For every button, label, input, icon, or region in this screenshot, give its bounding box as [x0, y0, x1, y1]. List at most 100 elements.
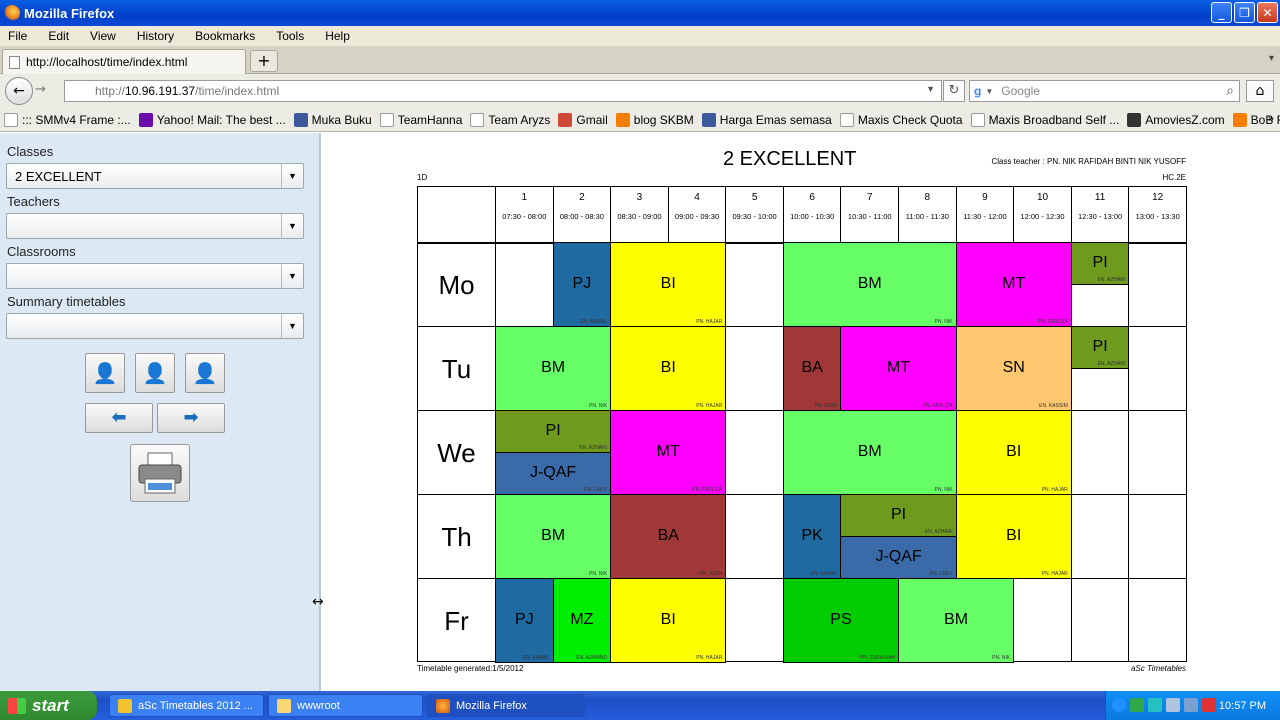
start-button[interactable]: start — [0, 691, 97, 720]
network-icon[interactable] — [1130, 698, 1144, 712]
classrooms-select[interactable]: ▼ — [6, 263, 304, 289]
lesson-subject: MT — [1002, 275, 1026, 292]
lesson-cell[interactable]: BI PN. HAJAR — [610, 578, 727, 663]
taskbar-item-asc[interactable]: aSc Timetables 2012 ... — [109, 694, 264, 717]
browser-tab[interactable]: http://localhost/time/index.html — [2, 49, 246, 74]
bookmark-item[interactable]: Team Aryzs — [470, 112, 550, 127]
maximize-button[interactable]: ❐ — [1234, 2, 1255, 23]
previous-button[interactable]: ⬅ — [85, 403, 153, 433]
chevron-more-icon[interactable]: » — [1268, 113, 1274, 125]
lesson-cell[interactable]: BM PN. NIK — [782, 242, 957, 327]
next-button[interactable]: ➡ — [157, 403, 225, 433]
bookmark-item[interactable]: AmoviesZ.com — [1127, 112, 1225, 127]
day-label: Mo — [418, 242, 495, 326]
lesson-cell[interactable]: PI EN. AZHARI — [840, 494, 957, 537]
lesson-cell[interactable]: BM PN. NIK — [898, 578, 1015, 663]
lesson-cell[interactable]: BI PN. HAJAR — [610, 242, 727, 327]
bookmark-label: Maxis Broadband Self ... — [988, 112, 1120, 127]
security-alert-icon[interactable] — [1202, 698, 1216, 712]
lesson-cell[interactable]: MT PN. FADLIZA — [955, 242, 1072, 327]
print-button[interactable] — [130, 444, 190, 502]
new-tab-button[interactable]: + — [250, 50, 278, 72]
monitor-icon[interactable] — [1166, 698, 1180, 712]
bookmark-item[interactable]: TeamHanna — [379, 112, 462, 127]
teachers-select[interactable]: ▼ — [6, 213, 304, 239]
lesson-cell[interactable]: PI EN. AZHARI — [1070, 242, 1130, 285]
menu-edit[interactable]: Edit — [44, 29, 73, 43]
bookmark-item[interactable]: Yahoo! Mail: The best ... — [138, 112, 286, 127]
lesson-cell[interactable]: BM PN. NIK — [495, 494, 612, 579]
lesson-cell[interactable]: MT PN. FADLIZA — [610, 410, 727, 495]
lesson-teacher: PN. NIK — [934, 319, 953, 325]
lesson-subject: PJ — [572, 275, 592, 292]
bookmark-item[interactable]: Harga Emas semasa — [701, 112, 832, 127]
navigation-bar: ← → http://10.96.191.37/time/index.html … — [0, 74, 1280, 108]
back-button[interactable]: ← — [5, 77, 33, 105]
bookmark-item[interactable]: Gmail — [558, 112, 608, 127]
period-header: 3 08:30 - 09:00 — [610, 187, 668, 242]
period-time: 10:30 - 11:00 — [847, 212, 892, 221]
menu-help[interactable]: Help — [321, 29, 354, 43]
url-dropdown-icon[interactable]: ▼ — [926, 84, 935, 94]
lesson-cell[interactable]: BM PN. NIK — [495, 326, 612, 411]
menu-bookmarks[interactable]: Bookmarks — [191, 29, 259, 43]
taskbar-item-firefox[interactable]: Mozilla Firefox — [427, 694, 585, 717]
bookmark-item[interactable]: Maxis Broadband Self ... — [970, 112, 1120, 127]
bookmark-label: Yahoo! Mail: The best ... — [156, 112, 286, 127]
tray-expand-icon[interactable] — [1112, 698, 1126, 712]
search-box[interactable]: g ▼ Google ⌕ — [969, 80, 1240, 102]
period-time: 13:00 - 13:30 — [1135, 212, 1180, 221]
menu-file[interactable]: File — [4, 29, 31, 43]
taskbar-item-wwwroot[interactable]: wwwroot — [268, 694, 423, 717]
lesson-cell[interactable]: SN EN. KASSIM — [955, 326, 1072, 411]
user-add-button[interactable]: 👤 — [135, 353, 175, 393]
home-button[interactable]: ⌂ — [1246, 80, 1274, 102]
bookmark-item[interactable]: Maxis Check Quota — [839, 112, 963, 127]
lesson-cell[interactable]: J-QAF PN. LAILY — [495, 452, 612, 495]
classes-select[interactable]: 2 EXCELLENT ▼ — [6, 163, 304, 189]
chevron-down-icon[interactable]: ▼ — [985, 87, 993, 96]
menu-history[interactable]: History — [133, 29, 178, 43]
lesson-cell[interactable]: J-QAF PN. LAILY — [840, 536, 957, 579]
lesson-cell[interactable]: PK EN. KAMAL — [782, 494, 842, 579]
class-short: 1D — [417, 173, 428, 182]
bookmark-label: Gmail — [576, 112, 608, 127]
page-icon — [970, 112, 985, 127]
bookmark-item[interactable]: blog SKBM — [615, 112, 694, 127]
lesson-cell[interactable]: BA PN. AZAN — [610, 494, 727, 579]
forward-button[interactable]: → — [35, 82, 46, 97]
chevron-down-icon[interactable]: ▾ — [1269, 53, 1274, 64]
url-bar[interactable]: http://10.96.191.37/time/index.html ▼ — [64, 80, 942, 102]
search-icon[interactable]: ⌕ — [1226, 82, 1234, 99]
lesson-cell[interactable]: PS PN. ZURAINAH — [782, 578, 900, 663]
menu-view[interactable]: View — [86, 29, 120, 43]
lesson-cell[interactable]: BA PN. AZAN — [782, 326, 842, 411]
user-star-button[interactable]: 👤 — [85, 353, 125, 393]
lesson-cell[interactable]: MZ EN. AZWAND — [552, 578, 612, 663]
bookmark-item[interactable]: Muka Buku — [293, 112, 372, 127]
gmail-icon — [558, 112, 573, 127]
menu-tools[interactable]: Tools — [272, 29, 308, 43]
lesson-cell[interactable]: PI EN. AZHARI — [1070, 326, 1130, 369]
summary-select[interactable]: ▼ — [6, 313, 304, 339]
lesson-subject: BA — [657, 527, 679, 544]
bookmark-item[interactable]: ::: SMMv4 Frame :... — [4, 112, 131, 127]
minimize-button[interactable]: _ — [1211, 2, 1232, 23]
reload-button[interactable]: ↻ — [943, 80, 965, 102]
lesson-teacher: EN. AZHARI — [1097, 277, 1126, 283]
close-button[interactable]: ✕ — [1257, 2, 1278, 23]
lesson-cell[interactable]: PI EN. AZHARI — [495, 410, 612, 453]
lesson-cell[interactable]: BI PN. HAJAR — [955, 410, 1072, 495]
network-icon[interactable] — [1148, 698, 1162, 712]
lesson-cell[interactable]: BI PN. HAJAR — [610, 326, 727, 411]
user-remove-button[interactable]: 👤 — [185, 353, 225, 393]
page-icon — [839, 112, 854, 127]
summary-label: Summary timetables — [7, 294, 126, 309]
lesson-cell[interactable]: BI PN. HAJAR — [955, 494, 1072, 579]
lesson-cell[interactable]: PJ EN. KAMAL — [552, 242, 612, 327]
lesson-cell[interactable]: BM PN. NIK — [782, 410, 957, 495]
resize-handle-icon[interactable]: ↔ — [312, 594, 324, 610]
safely-remove-icon[interactable] — [1184, 698, 1198, 712]
lesson-cell[interactable]: PJ EN. KAMAL — [495, 578, 554, 663]
lesson-cell[interactable]: MT PN. FADLIZA — [840, 326, 957, 411]
